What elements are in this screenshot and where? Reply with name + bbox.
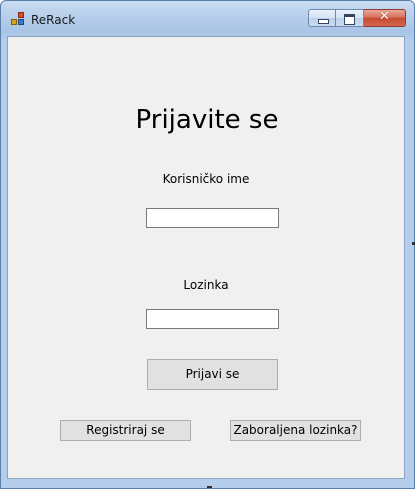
register-button[interactable]: Registriraj se: [60, 420, 191, 441]
forgot-password-button-label: Zaboraljena lozinka?: [233, 423, 358, 437]
login-form: Prijavite se Korisničko ime Lozinka Prij…: [7, 36, 405, 479]
window-title: ReRack: [31, 13, 76, 27]
register-button-label: Registriraj se: [86, 423, 165, 437]
maximize-icon: [344, 14, 355, 25]
minimize-button[interactable]: [308, 9, 336, 27]
close-button[interactable]: ✕: [364, 9, 406, 27]
login-button[interactable]: Prijavi se: [147, 359, 278, 390]
forgot-password-button[interactable]: Zaboraljena lozinka?: [230, 420, 361, 441]
close-icon: ✕: [379, 9, 390, 24]
password-input[interactable]: [146, 309, 279, 329]
username-label: Korisničko ime: [162, 172, 250, 186]
page-title: Prijavite se: [135, 105, 279, 135]
password-label: Lozinka: [183, 278, 229, 292]
app-window-icon: [11, 12, 25, 26]
title-bar[interactable]: ReRack ✕: [1, 1, 414, 37]
minimize-icon: [318, 19, 329, 24]
login-button-label: Prijavi se: [185, 367, 240, 381]
maximize-button[interactable]: [336, 9, 364, 27]
window-edge-marker: [207, 486, 212, 488]
username-input[interactable]: [146, 208, 279, 228]
